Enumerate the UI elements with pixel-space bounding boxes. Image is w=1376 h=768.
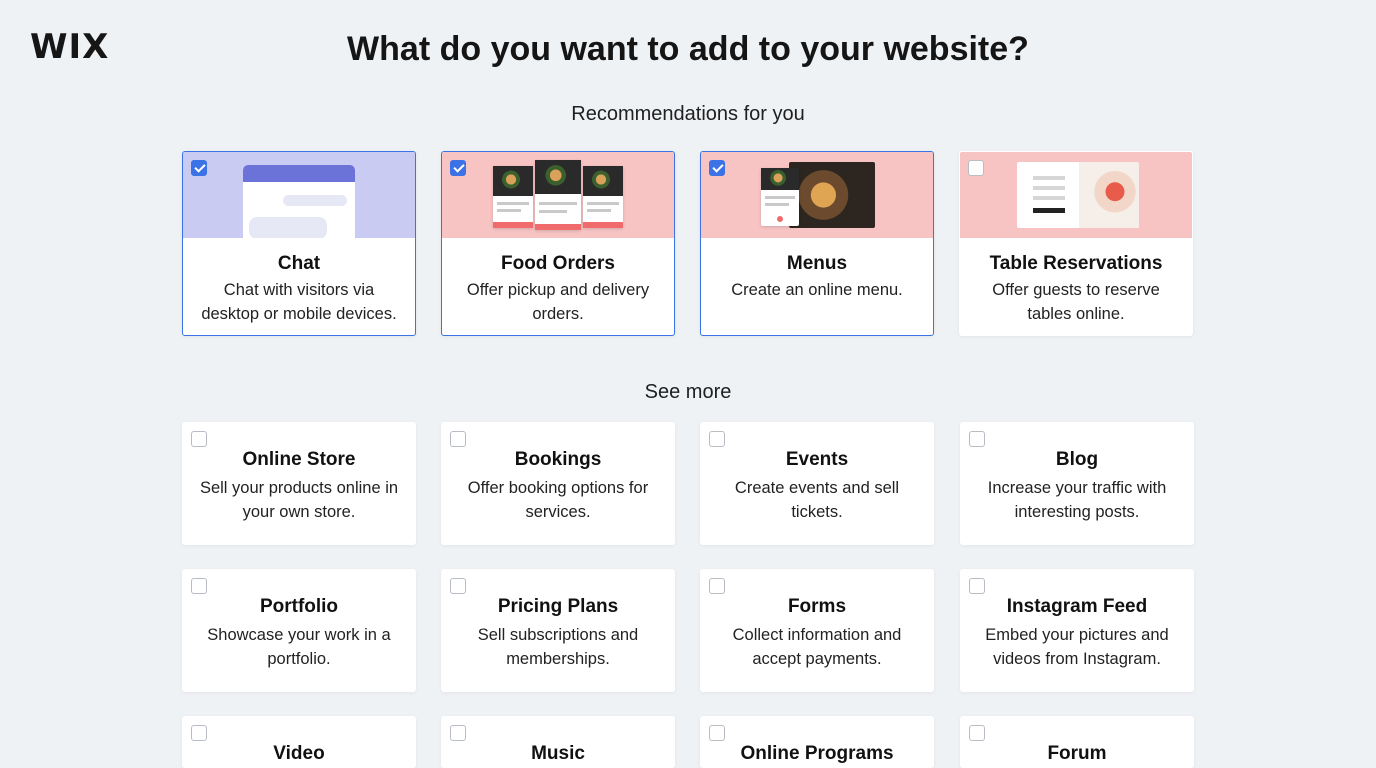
card-title: Pricing Plans [497, 596, 619, 617]
app-card-chat[interactable]: Chat Chat with visitors via desktop or m… [182, 151, 416, 336]
app-card-bookings[interactable]: Bookings Offer booking options for servi… [441, 422, 675, 545]
events-checkbox[interactable] [709, 431, 725, 447]
instagram-feed-checkbox[interactable] [969, 578, 985, 594]
online-store-checkbox[interactable] [191, 431, 207, 447]
recommendations-heading: Recommendations for you [571, 103, 805, 125]
online-programs-checkbox[interactable] [709, 725, 725, 741]
card-title: Instagram Feed [1006, 596, 1148, 617]
video-checkbox[interactable] [191, 725, 207, 741]
card-title: Bookings [514, 449, 602, 470]
card-title: Forum [1047, 743, 1107, 764]
bookings-checkbox[interactable] [450, 431, 466, 447]
card-description: Chat with visitors via desktop or mobile… [201, 281, 397, 323]
app-card-music[interactable]: Music [441, 716, 675, 768]
card-title: Video [273, 743, 325, 764]
card-title: Food Orders [500, 253, 615, 274]
food-orders-thumbnail [442, 152, 674, 238]
app-card-portfolio[interactable]: Portfolio Showcase your work in a portfo… [182, 569, 416, 692]
app-card-video[interactable]: Video [182, 716, 416, 768]
music-checkbox[interactable] [450, 725, 466, 741]
app-card-food-orders[interactable]: Food Orders Offer pickup and delivery or… [441, 151, 675, 336]
card-description: Sell subscriptions and memberships. [477, 626, 639, 668]
app-card-online-programs[interactable]: Online Programs [700, 716, 934, 768]
see-more-heading: See more [644, 381, 732, 403]
card-description: Offer pickup and delivery orders. [466, 281, 650, 323]
chat-thumbnail [183, 152, 415, 238]
app-card-forum[interactable]: Forum [960, 716, 1194, 768]
card-title: Online Store [242, 449, 356, 470]
card-title: Table Reservations [989, 253, 1163, 274]
app-card-forms[interactable]: Forms Collect information and accept pay… [700, 569, 934, 692]
app-card-pricing-plans[interactable]: Pricing Plans Sell subscriptions and mem… [441, 569, 675, 692]
card-description: Create an online menu. [731, 281, 903, 299]
blog-checkbox[interactable] [969, 431, 985, 447]
card-title: Events [785, 449, 849, 470]
app-card-menus[interactable]: Menus Create an online menu. [700, 151, 934, 336]
card-description: Collect information and accept payments. [732, 626, 902, 668]
card-description: Increase your traffic with interesting p… [987, 479, 1167, 521]
pricing-plans-checkbox[interactable] [450, 578, 466, 594]
page-title: What do you want to add to your website? [347, 30, 1029, 68]
card-title: Blog [1055, 449, 1099, 470]
card-description: Create events and sell tickets. [734, 479, 900, 521]
forms-checkbox[interactable] [709, 578, 725, 594]
card-description: Offer guests to reserve tables online. [992, 281, 1160, 323]
card-title: Forms [787, 596, 847, 617]
menus-thumbnail [701, 152, 933, 238]
card-title: Music [531, 743, 585, 764]
chat-checkbox[interactable] [191, 160, 207, 176]
card-title: Chat [277, 253, 321, 274]
card-title: Portfolio [259, 596, 339, 617]
menus-checkbox[interactable] [709, 160, 725, 176]
card-description: Sell your products online in your own st… [199, 479, 399, 521]
app-card-instagram-feed[interactable]: Instagram Feed Embed your pictures and v… [960, 569, 1194, 692]
food-orders-checkbox[interactable] [450, 160, 466, 176]
portfolio-checkbox[interactable] [191, 578, 207, 594]
app-card-table-reservations[interactable]: Table Reservations Offer guests to reser… [959, 151, 1193, 336]
app-card-blog[interactable]: Blog Increase your traffic with interest… [960, 422, 1194, 545]
card-description: Offer booking options for services. [467, 479, 649, 521]
card-title: Online Programs [740, 743, 894, 764]
card-description: Embed your pictures and videos from Inst… [985, 626, 1169, 668]
forum-checkbox[interactable] [969, 725, 985, 741]
chat-window-illustration [243, 165, 355, 238]
card-description: Showcase your work in a portfolio. [207, 626, 391, 668]
app-card-online-store[interactable]: Online Store Sell your products online i… [182, 422, 416, 545]
app-card-events[interactable]: Events Create events and sell tickets. [700, 422, 934, 545]
table-reservations-checkbox[interactable] [968, 160, 984, 176]
table-reservations-thumbnail [960, 152, 1192, 238]
card-title: Menus [786, 253, 848, 274]
